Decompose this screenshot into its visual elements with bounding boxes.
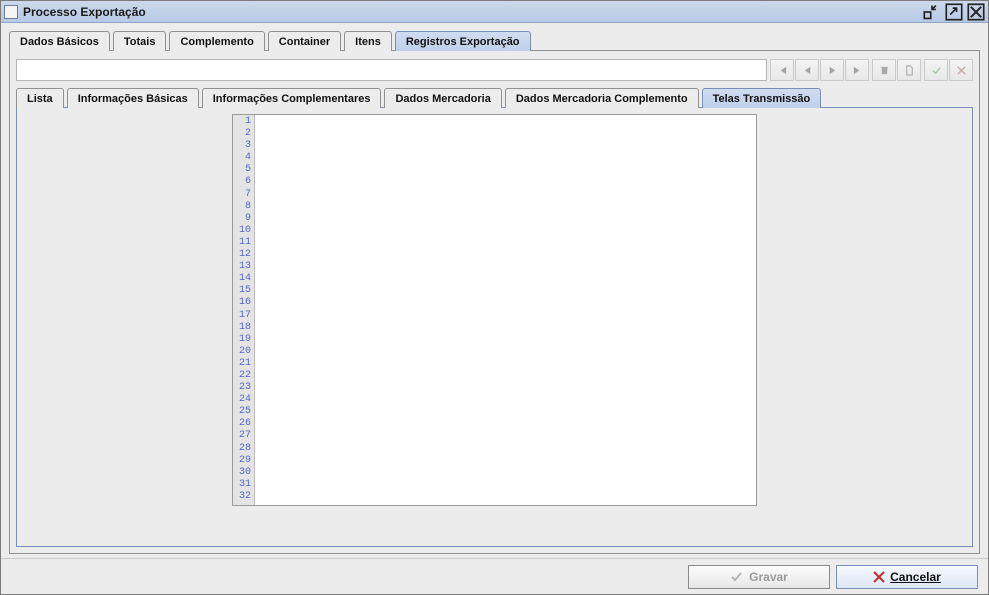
tab-totais[interactable]: Totais — [113, 31, 167, 51]
window-controls — [923, 4, 985, 20]
close-icon[interactable] — [967, 4, 985, 20]
tab-complemento[interactable]: Complemento — [169, 31, 264, 51]
x-icon — [873, 571, 885, 583]
title-bar: Processo Exportação — [1, 1, 988, 23]
tab-container[interactable]: Container — [268, 31, 341, 51]
editor-textarea[interactable] — [255, 115, 756, 505]
subtab-lista[interactable]: Lista — [16, 88, 64, 108]
last-record-button[interactable] — [845, 59, 869, 81]
maximize-icon[interactable] — [945, 4, 963, 20]
check-icon — [730, 570, 744, 584]
edit-button-group — [872, 59, 921, 81]
next-record-button[interactable] — [820, 59, 844, 81]
first-record-button[interactable] — [770, 59, 794, 81]
sub-panel: 1234567891011121314151617181920212223242… — [16, 107, 973, 547]
prev-record-button[interactable] — [795, 59, 819, 81]
subtab-informacoes-basicas[interactable]: Informações Básicas — [67, 88, 199, 108]
main-panel: Lista Informações Básicas Informações Co… — [9, 50, 980, 554]
cancel-button[interactable]: Cancelar — [836, 565, 978, 589]
search-input[interactable] — [16, 59, 767, 81]
left-spacer — [23, 114, 232, 540]
save-button[interactable]: Gravar — [688, 565, 830, 589]
confirm-button-group — [924, 59, 973, 81]
subtab-dados-mercadoria[interactable]: Dados Mercadoria — [384, 88, 501, 108]
footer-bar: Gravar Cancelar — [1, 558, 988, 594]
sub-tab-row: Lista Informações Básicas Informações Co… — [16, 88, 973, 108]
cancel-button-label: Cancelar — [890, 570, 941, 584]
delete-button[interactable] — [872, 59, 896, 81]
code-editor: 1234567891011121314151617181920212223242… — [232, 114, 757, 506]
reject-button[interactable] — [949, 59, 973, 81]
window-icon — [4, 5, 18, 19]
tab-itens[interactable]: Itens — [344, 31, 392, 51]
toolbar — [16, 57, 973, 83]
main-tab-row: Dados Básicos Totais Complemento Contain… — [9, 31, 980, 51]
tab-dados-basicos[interactable]: Dados Básicos — [9, 31, 110, 51]
window-title: Processo Exportação — [23, 5, 923, 19]
save-button-label: Gravar — [749, 570, 788, 584]
subtab-telas-transmissao[interactable]: Telas Transmissão — [702, 88, 822, 108]
nav-button-group — [770, 59, 869, 81]
subtab-informacoes-complementares[interactable]: Informações Complementares — [202, 88, 382, 108]
subtab-dados-mercadoria-complemento[interactable]: Dados Mercadoria Complemento — [505, 88, 699, 108]
confirm-button[interactable] — [924, 59, 948, 81]
content-area: Dados Básicos Totais Complemento Contain… — [1, 23, 988, 558]
line-number-gutter: 1234567891011121314151617181920212223242… — [233, 115, 255, 505]
app-window: Processo Exportação Dados Básicos Totais… — [0, 0, 989, 595]
new-button[interactable] — [897, 59, 921, 81]
tab-registros-exportacao[interactable]: Registros Exportação — [395, 31, 531, 51]
minimize-icon[interactable] — [923, 4, 941, 20]
